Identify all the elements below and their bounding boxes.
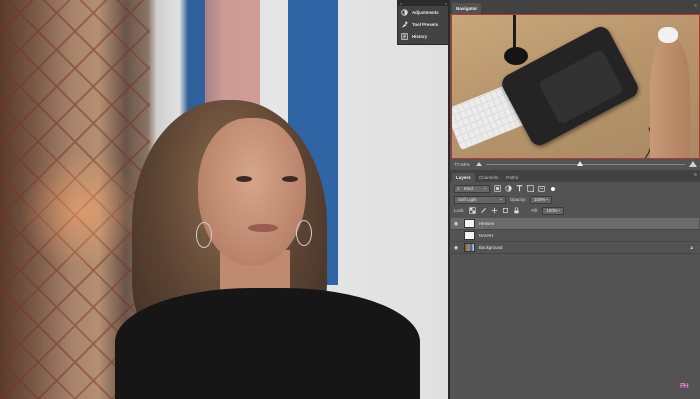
- lock-image-pixels-icon[interactable]: [480, 207, 487, 214]
- layers-tab-bar: Layers Channels Paths ≡: [450, 170, 700, 182]
- tab-paths[interactable]: Paths: [502, 173, 522, 182]
- navigator-zoom-row: 77.04%: [451, 159, 700, 169]
- tool-presets-icon: [401, 21, 408, 27]
- tab-navigator[interactable]: Navigator: [452, 3, 482, 14]
- document-canvas[interactable]: [0, 0, 448, 399]
- photo-earring-left: [196, 222, 212, 248]
- close-icon[interactable]: ×: [445, 1, 447, 6]
- preview-hand: [650, 39, 690, 158]
- layer-name[interactable]: NAVAH: [479, 233, 699, 238]
- panel-menu-icon[interactable]: ≡: [694, 3, 697, 9]
- filter-pixel-icon[interactable]: [494, 185, 501, 192]
- panel-button-tool-presets[interactable]: Tool Presets: [398, 18, 449, 30]
- fill-value: 100%: [546, 207, 558, 213]
- lock-transparency-icon[interactable]: [468, 207, 476, 214]
- photo-subject-left-eye: [236, 176, 252, 182]
- filter-shape-icon[interactable]: [527, 185, 534, 192]
- photo-subject-face: [198, 118, 306, 266]
- panel-button-label: Tool Presets: [412, 21, 439, 27]
- visibility-eye-icon[interactable]: ◉: [451, 245, 461, 251]
- visibility-eye-icon[interactable]: ◉: [451, 221, 461, 227]
- filter-adjustment-icon[interactable]: [505, 185, 512, 192]
- filter-toggle-icon[interactable]: [551, 186, 555, 191]
- lock-row: Lock: Fill: 100%: [450, 206, 700, 215]
- filter-kind-value: Kind: [464, 185, 473, 191]
- fill-label: Fill:: [531, 208, 539, 213]
- preview-stand-rod: [513, 15, 516, 51]
- opacity-field[interactable]: 100%: [530, 195, 553, 204]
- panel-button-history[interactable]: History: [398, 30, 449, 42]
- photo-light-glow: [20, 150, 140, 270]
- layer-lock-icon: 🔒︎: [690, 245, 693, 250]
- layer-row-hensee[interactable]: ◉ Hensee: [451, 218, 699, 230]
- panel-button-label: History: [412, 33, 428, 39]
- lock-all-icon[interactable]: [513, 207, 520, 214]
- adjustments-icon: [401, 8, 408, 16]
- layer-thumbnail: [464, 243, 475, 252]
- navigator-preview[interactable]: [451, 14, 700, 159]
- zoom-value[interactable]: 77.04%: [454, 162, 472, 167]
- filter-smart-object-icon[interactable]: [538, 185, 545, 192]
- blend-mode-dropdown[interactable]: Soft Light: [454, 195, 506, 204]
- fill-field[interactable]: 100%: [542, 206, 565, 215]
- navigator-tab-bar: Navigator ≡: [450, 0, 700, 14]
- photo-subject-right-eye: [282, 176, 298, 182]
- opacity-value: 100%: [534, 196, 546, 202]
- panel-button-adjustments[interactable]: Adjustments: [398, 6, 449, 18]
- watermark-logo: PH: [680, 383, 689, 390]
- right-panel-dock: Navigator ≡ 77.04% Layers Channels Paths…: [448, 0, 700, 399]
- layer-name[interactable]: Hensee: [479, 221, 699, 226]
- preview-stand-base: [504, 47, 528, 65]
- collapse-arrows-icon[interactable]: «: [400, 1, 402, 6]
- layer-thumbnail: [464, 231, 475, 240]
- layer-filter-row: ⌕ Kind: [450, 184, 700, 193]
- search-icon: ⌕: [457, 185, 460, 192]
- blend-mode-value: Soft Light: [458, 196, 477, 202]
- filter-kind-dropdown[interactable]: ⌕ Kind: [454, 184, 490, 193]
- tab-channels[interactable]: Channels: [475, 173, 502, 182]
- blend-row: Soft Light Opacity: 100%: [450, 195, 700, 204]
- tab-layers[interactable]: Layers: [452, 173, 475, 182]
- layers-menu-icon[interactable]: ≡: [694, 172, 697, 178]
- photo-subject-shirt: [115, 288, 420, 399]
- layer-thumbnail: [464, 219, 475, 228]
- collapsed-panel-stack: « × Adjustments Tool Presets History: [397, 0, 450, 45]
- lock-artboard-icon[interactable]: [502, 207, 509, 214]
- zoom-in-icon[interactable]: [689, 161, 697, 167]
- lock-position-icon[interactable]: [491, 207, 498, 214]
- layer-row-navah[interactable]: NAVAH: [451, 230, 699, 242]
- layer-row-background[interactable]: ◉ Background 🔒︎: [451, 242, 699, 254]
- history-icon: [401, 32, 408, 40]
- zoom-slider[interactable]: [486, 160, 685, 166]
- zoom-out-icon[interactable]: [476, 162, 482, 166]
- filter-type-icon[interactable]: [516, 185, 523, 192]
- zoom-slider-thumb[interactable]: [576, 160, 583, 166]
- photo-earring-right: [296, 220, 312, 246]
- preview-mouse: [658, 27, 678, 43]
- lock-label: Lock:: [454, 208, 465, 213]
- photo-subject-lips: [248, 224, 278, 232]
- opacity-label: Opacity:: [510, 197, 527, 202]
- layer-name[interactable]: Background: [479, 245, 691, 250]
- panel-button-label: Adjustments: [412, 9, 439, 15]
